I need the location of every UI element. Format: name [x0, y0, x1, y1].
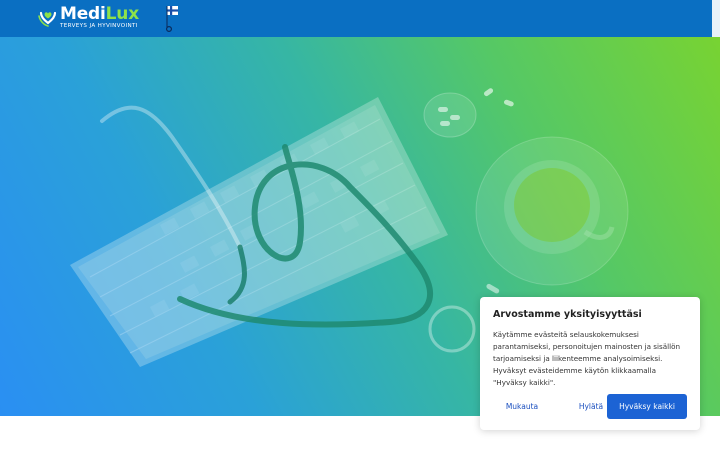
- tea-cup-illustration: [475, 136, 629, 286]
- finland-flag-icon[interactable]: [165, 5, 179, 33]
- customize-button[interactable]: Mukauta: [493, 394, 551, 419]
- cookie-description: Käytämme evästeitä selauskokemuksesi par…: [493, 330, 681, 387]
- accept-all-button[interactable]: Hyväksy kaikki: [607, 394, 687, 419]
- medilux-logo[interactable]: MediLux TERVEYS JA HYVINVOINTI: [37, 6, 139, 30]
- logo-name-lux: Lux: [105, 4, 140, 24]
- pill-dish-illustration: [423, 88, 514, 138]
- scrollbar-edge: [712, 0, 720, 37]
- site-header: MediLux TERVEYS JA HYVINVOINTI: [0, 0, 720, 37]
- logo-name-medi: Medi: [60, 4, 106, 24]
- cookie-consent-dialog: Arvostamme yksityisyyttäsi Käytämme eväs…: [480, 297, 700, 430]
- cookie-title: Arvostamme yksityisyyttäsi: [493, 309, 642, 320]
- cookie-actions: Mukauta Hylätä Hyväksy kaikki: [493, 394, 687, 419]
- logo-tagline: TERVEYS JA HYVINVOINTI: [60, 23, 138, 29]
- logo-wordmark: MediLux TERVEYS JA HYVINVOINTI: [60, 6, 139, 30]
- logo-name: MediLux: [60, 6, 139, 23]
- logo-heart-hands-icon: [38, 11, 57, 27]
